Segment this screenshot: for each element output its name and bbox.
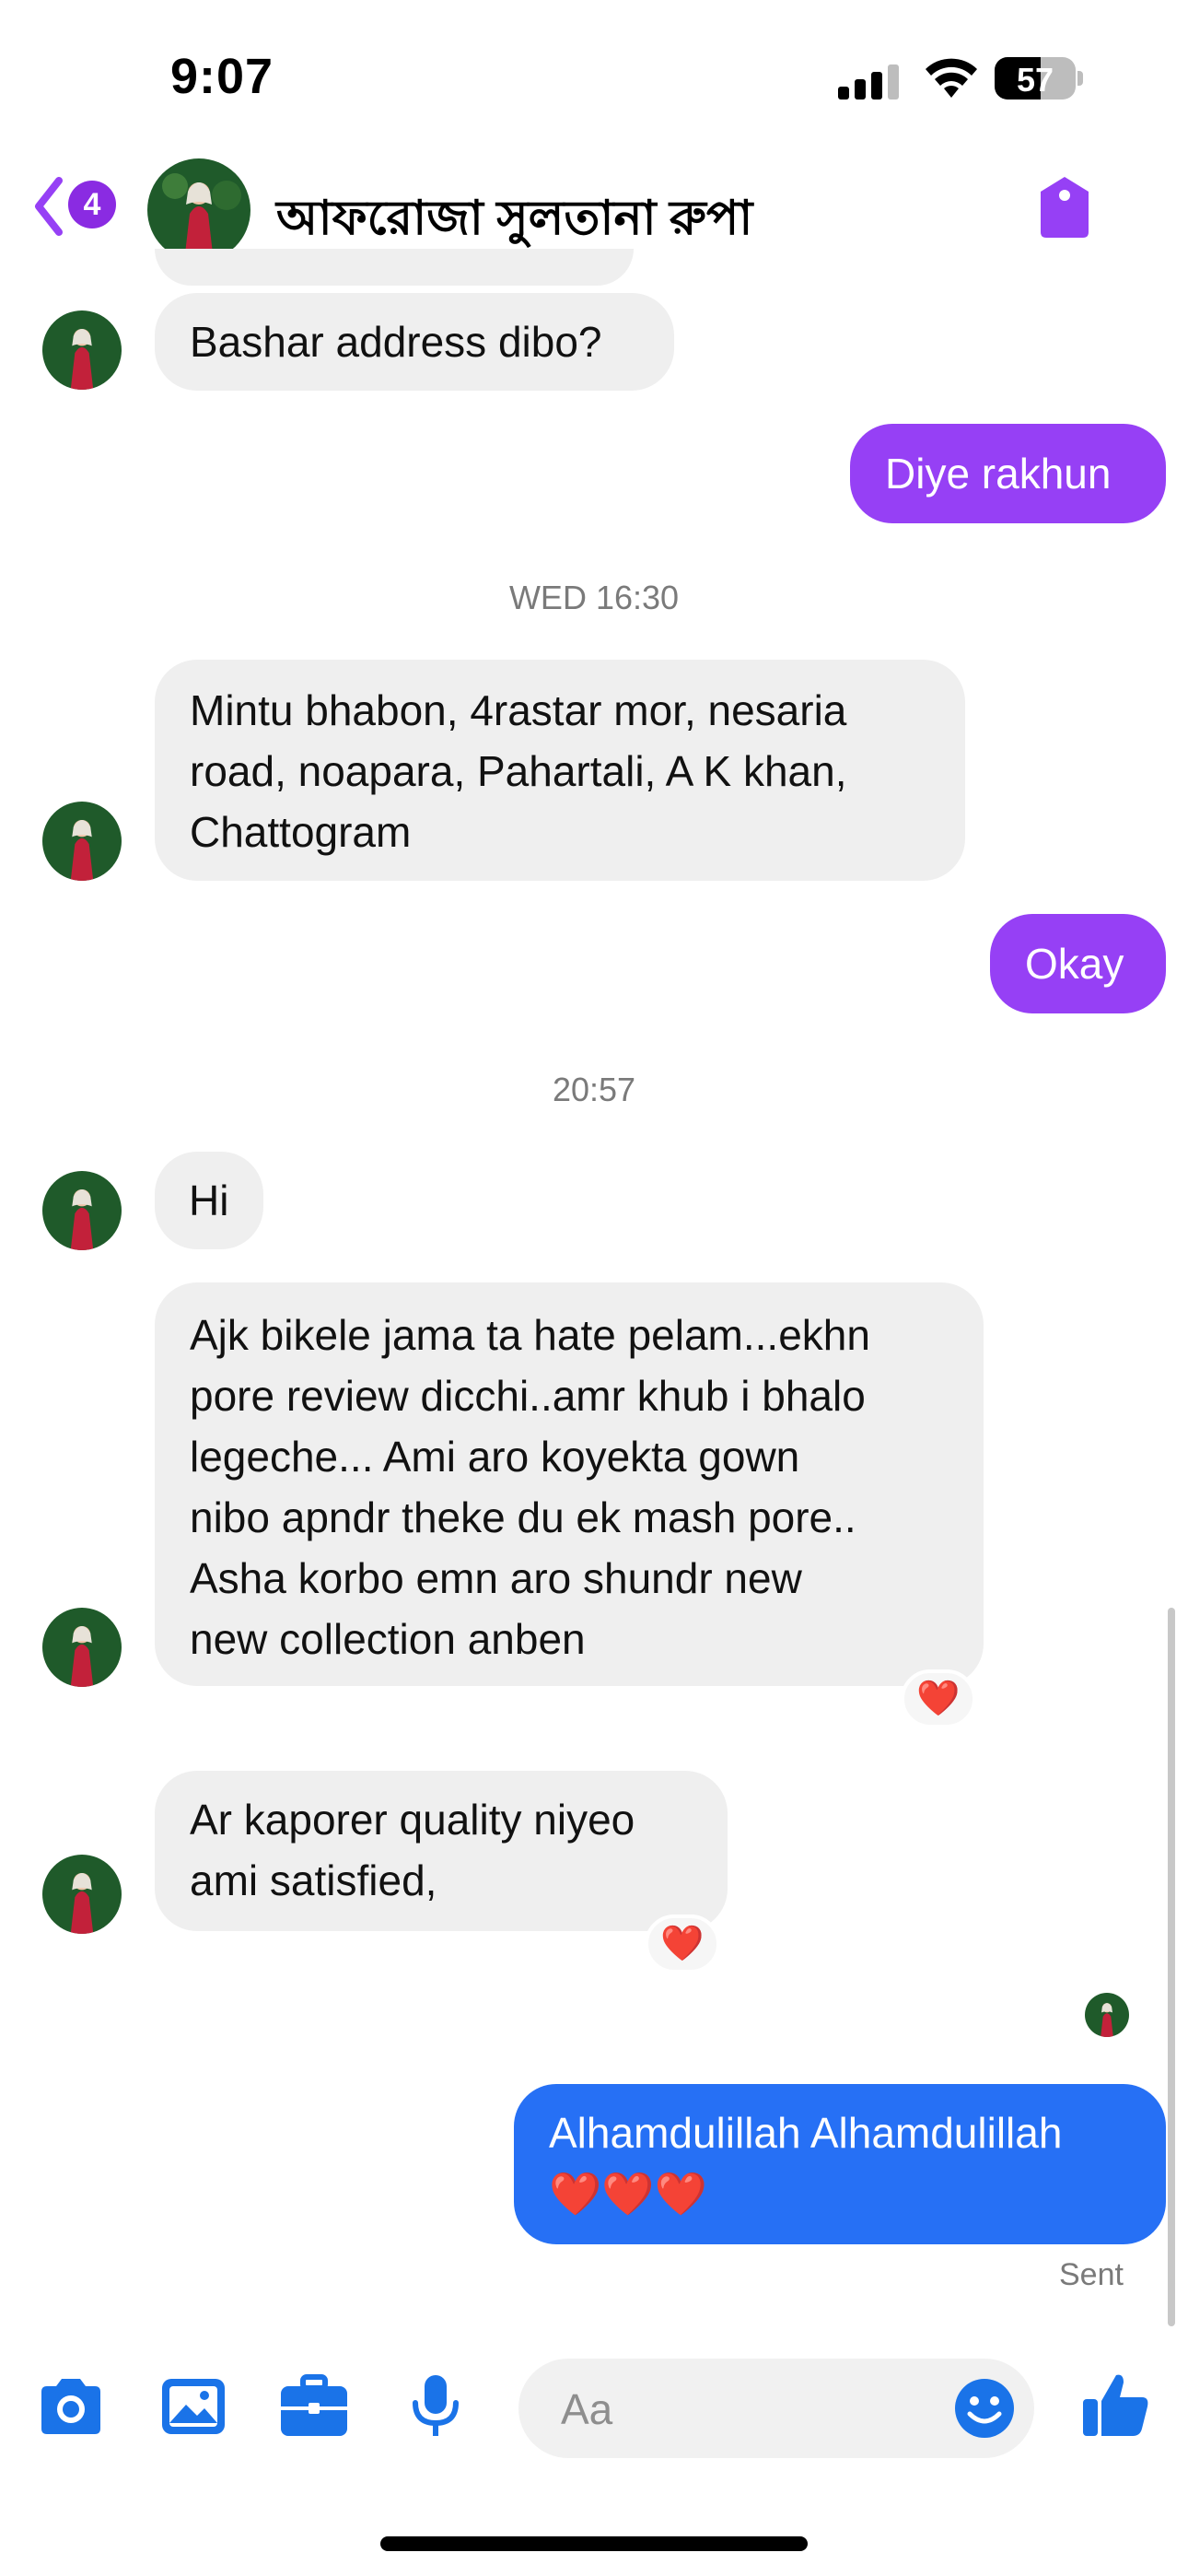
sender-avatar [42,1608,122,1687]
message-text: Okay [1025,940,1124,988]
briefcase-icon[interactable] [277,2370,351,2443]
message-bubble-incoming[interactable]: Hi [155,1152,263,1249]
message-line: Ajk bikele jama ta hate pelam...ekhn [190,1311,870,1359]
contact-avatar[interactable] [147,158,250,262]
message-input-container[interactable] [518,2359,1034,2458]
message-bubble-outgoing[interactable]: Alhamdulillah Alhamdulillah ❤️❤️❤️ [514,2084,1166,2244]
battery-level: 57 [1016,61,1054,99]
message-line: pore review dicchi..amr khub i bhalo [190,1372,866,1420]
scrollbar[interactable] [1168,1608,1175,2326]
battery-icon: 57 [995,57,1076,100]
message-text: Bashar address dibo? [190,318,602,366]
cellular-signal-icon [838,64,901,100]
camera-icon[interactable] [34,2370,108,2443]
heart-reaction: ❤️ [916,1680,961,1718]
message-text: Diye rakhun [885,450,1112,498]
sender-avatar [42,1855,122,1934]
message-line: Chattogram [190,808,412,856]
timestamp-divider: WED 16:30 [508,579,680,616]
sender-avatar [42,1171,122,1250]
message-bubble-incoming[interactable]: Mintu bhabon, 4rastar mor, nesaria road,… [155,660,965,881]
message-line: new collection anben [190,1615,586,1663]
reaction-badge[interactable]: ❤️ [645,1914,720,1973]
gallery-icon[interactable] [157,2370,230,2443]
message-line: ami satisfied, [190,1856,437,1904]
wifi-icon [926,58,977,98]
message-line: Mintu bhabon, 4rastar mor, nesaria [190,686,847,734]
tag-icon[interactable] [1035,173,1094,240]
message-bubble-outgoing[interactable]: Okay [990,914,1166,1013]
message-bubble-incoming[interactable]: Bashar address dibo? [155,293,674,391]
chevron-left-icon [35,177,63,236]
message-input[interactable] [559,2379,931,2440]
reaction-badge[interactable]: ❤️ [901,1669,976,1728]
message-bubble-incoming[interactable]: Ajk bikele jama ta hate pelam...ekhn por… [155,1282,984,1686]
back-button[interactable]: 4 [31,173,133,240]
status-time: 9:07 [170,49,274,104]
timestamp-divider: 20:57 [552,1071,636,1108]
message-bubble-outgoing[interactable]: Diye rakhun [850,424,1166,523]
message-bubble-incoming[interactable]: Ar kaporer quality niyeo ami satisfied, [155,1771,728,1931]
message-line: legeche... Ami aro koyekta gown [190,1433,800,1481]
message-line: ❤️❤️❤️ [549,2170,707,2218]
message-line: road, noapara, Pahartali, A K khan, [190,747,847,795]
smile-icon[interactable] [953,2377,1016,2440]
message-line: Asha korbo emn aro shundr new [190,1554,802,1602]
sender-avatar [42,802,122,881]
home-indicator [380,2536,808,2551]
message-line: Ar kaporer quality niyeo [190,1796,635,1844]
battery-tip [1077,71,1083,86]
message-line: nibo apndr theke du ek mash pore.. [190,1493,856,1541]
previous-message-edge [155,249,634,286]
sender-avatar [42,310,122,390]
microphone-icon[interactable] [399,2370,472,2443]
unread-count-badge: 4 [68,181,116,228]
read-receipt-avatar [1085,1993,1129,2037]
thumbs-up-icon[interactable] [1079,2368,1153,2441]
heart-reaction: ❤️ [660,1925,705,1963]
message-text: Hi [189,1177,229,1224]
message-line: Alhamdulillah Alhamdulillah [549,2109,1063,2157]
sent-status: Sent [1059,2257,1124,2292]
